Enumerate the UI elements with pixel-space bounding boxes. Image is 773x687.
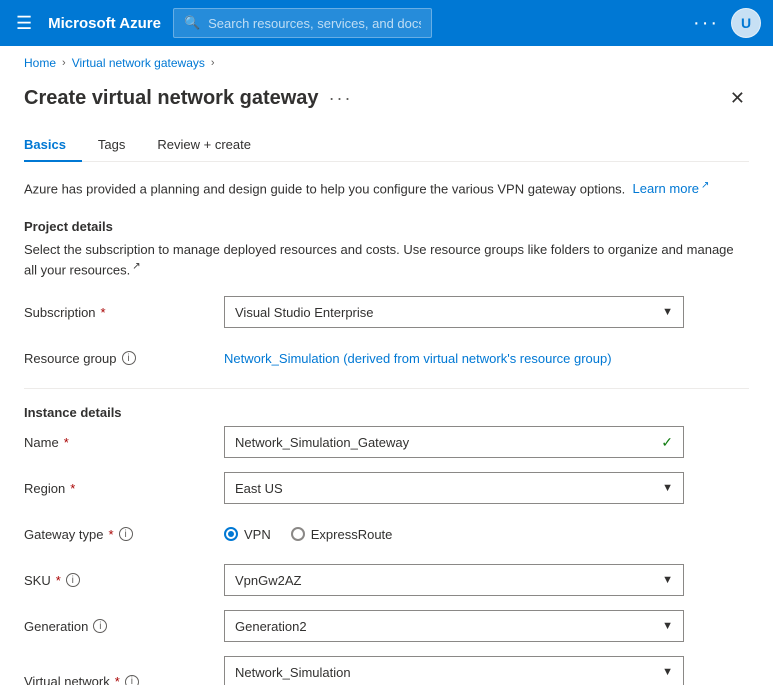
main-content: Create virtual network gateway ··· ✕ Bas… — [0, 76, 773, 685]
generation-label: Generation i — [24, 619, 224, 634]
name-row: Name * Network_Simulation_Gateway ✓ — [24, 426, 749, 458]
subscription-dropdown-arrow: ▼ — [662, 306, 673, 318]
resource-group-label: Resource group i — [24, 351, 224, 366]
name-check-icon: ✓ — [661, 434, 673, 451]
generation-info-icon[interactable]: i — [93, 619, 107, 633]
gateway-type-label: Gateway type * i — [24, 527, 224, 542]
gateway-type-control: VPN ExpressRoute — [224, 527, 749, 542]
gateway-type-row: Gateway type * i VPN ExpressRoute — [24, 518, 749, 550]
sku-control: VpnGw2AZ ▼ — [224, 564, 749, 596]
generation-dropdown[interactable]: Generation2 ▼ — [224, 610, 684, 642]
search-bar[interactable]: 🔍 — [173, 8, 432, 38]
gateway-type-info-icon[interactable]: i — [119, 527, 133, 541]
breadcrumb-sep2: › — [211, 57, 215, 69]
region-label: Region * — [24, 481, 224, 496]
virtual-network-control: Network_Simulation ▼ Create virtual netw… — [224, 656, 749, 685]
breadcrumb-sep1: › — [62, 57, 66, 69]
resource-group-control: Network_Simulation (derived from virtual… — [224, 351, 749, 366]
gateway-type-expressroute-option[interactable]: ExpressRoute — [291, 527, 393, 542]
sku-label: SKU * i — [24, 573, 224, 588]
page-header-left: Create virtual network gateway ··· — [24, 87, 353, 110]
sku-info-icon[interactable]: i — [66, 573, 80, 587]
tabs: Basics Tags Review + create — [24, 129, 749, 162]
app-title: Microsoft Azure — [48, 15, 161, 32]
region-row: Region * East US ▼ — [24, 472, 749, 504]
gateway-type-vpn-option[interactable]: VPN — [224, 527, 271, 542]
name-input[interactable]: Network_Simulation_Gateway ✓ — [224, 426, 684, 458]
sku-required: * — [56, 573, 61, 588]
sku-dropdown[interactable]: VpnGw2AZ ▼ — [224, 564, 684, 596]
project-details-desc: Select the subscription to manage deploy… — [24, 240, 749, 280]
resource-group-info-icon[interactable]: i — [122, 351, 136, 365]
virtual-network-dropdown-arrow: ▼ — [662, 666, 673, 678]
learn-more-link[interactable]: Learn more↗ — [633, 181, 710, 196]
gateway-type-vpn-radio[interactable] — [224, 527, 238, 541]
top-navigation: ☰ Microsoft Azure 🔍 ··· U — [0, 0, 773, 46]
nav-more-icon[interactable]: ··· — [693, 12, 719, 35]
desc-external-icon: ↗ — [132, 261, 140, 272]
close-button[interactable]: ✕ — [726, 84, 749, 113]
region-dropdown-arrow: ▼ — [662, 482, 673, 494]
generation-row: Generation i Generation2 ▼ — [24, 610, 749, 642]
divider — [24, 388, 749, 389]
gateway-type-radio-group: VPN ExpressRoute — [224, 527, 749, 542]
region-dropdown[interactable]: East US ▼ — [224, 472, 684, 504]
subscription-dropdown[interactable]: Visual Studio Enterprise ▼ — [224, 296, 684, 328]
generation-dropdown-arrow: ▼ — [662, 620, 673, 632]
subscription-required: * — [101, 305, 106, 320]
info-banner: Azure has provided a planning and design… — [24, 178, 749, 199]
search-input[interactable] — [208, 16, 421, 31]
project-details-title: Project details — [24, 219, 749, 234]
name-required: * — [64, 435, 69, 450]
gateway-type-required: * — [109, 527, 114, 542]
sku-row: SKU * i VpnGw2AZ ▼ — [24, 564, 749, 596]
name-label: Name * — [24, 435, 224, 450]
region-required: * — [70, 481, 75, 496]
sku-dropdown-arrow: ▼ — [662, 574, 673, 586]
subscription-label: Subscription * — [24, 305, 224, 320]
page-options-icon[interactable]: ··· — [329, 88, 353, 109]
hamburger-menu[interactable]: ☰ — [12, 9, 36, 38]
tab-basics[interactable]: Basics — [24, 129, 82, 162]
name-control: Network_Simulation_Gateway ✓ — [224, 426, 749, 458]
page-title: Create virtual network gateway — [24, 87, 319, 110]
resource-group-row: Resource group i Network_Simulation (der… — [24, 342, 749, 374]
subscription-control: Visual Studio Enterprise ▼ — [224, 296, 749, 328]
avatar[interactable]: U — [731, 8, 761, 38]
virtual-network-info-icon[interactable]: i — [125, 675, 139, 685]
tab-tags[interactable]: Tags — [82, 129, 141, 162]
virtual-network-row: Virtual network * i Network_Simulation ▼… — [24, 656, 749, 685]
virtual-network-required: * — [115, 674, 120, 685]
breadcrumb-section[interactable]: Virtual network gateways — [72, 56, 205, 70]
subscription-row: Subscription * Visual Studio Enterprise … — [24, 296, 749, 328]
breadcrumb: Home › Virtual network gateways › — [0, 46, 773, 76]
tab-review-create[interactable]: Review + create — [141, 129, 267, 162]
virtual-network-dropdown[interactable]: Network_Simulation ▼ — [224, 656, 684, 685]
breadcrumb-home[interactable]: Home — [24, 56, 56, 70]
gateway-type-expressroute-radio[interactable] — [291, 527, 305, 541]
search-icon: 🔍 — [184, 15, 200, 31]
region-control: East US ▼ — [224, 472, 749, 504]
page-header: Create virtual network gateway ··· ✕ — [24, 76, 749, 129]
virtual-network-label: Virtual network * i — [24, 674, 224, 685]
resource-group-value: Network_Simulation (derived from virtual… — [224, 351, 612, 366]
generation-control: Generation2 ▼ — [224, 610, 749, 642]
instance-details-title: Instance details — [24, 405, 749, 420]
external-link-icon: ↗ — [701, 180, 709, 191]
